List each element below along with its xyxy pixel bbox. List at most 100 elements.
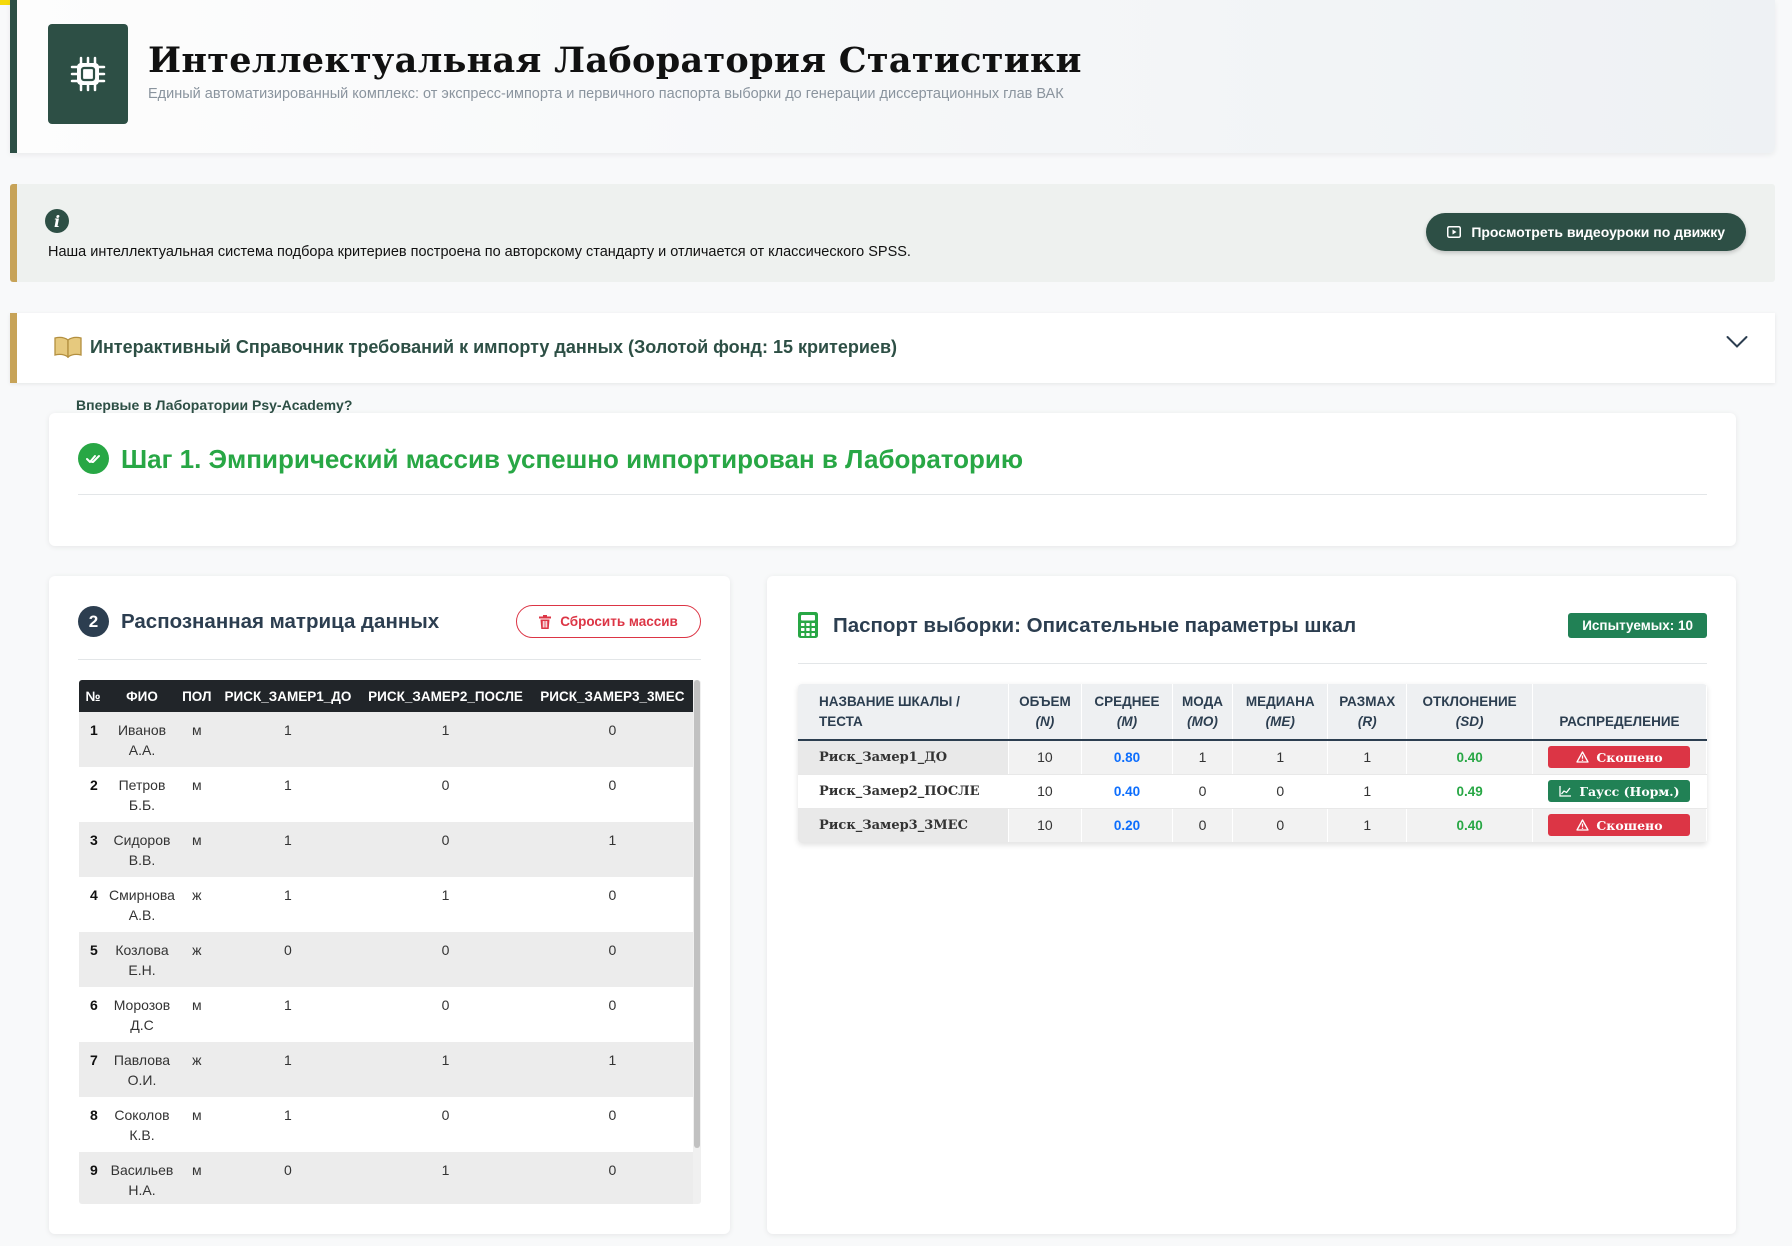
table-cell: 2 — [90, 777, 98, 793]
table-cell: 0 — [608, 887, 617, 903]
distribution-badge: Гаусс (Норм.) — [1548, 780, 1691, 802]
name-cell: Морозов Д.С — [113, 997, 171, 1033]
mode-value: 0 — [1198, 817, 1207, 833]
table-row: 1 Иванов А.А. м 1 1 0 — [79, 712, 693, 767]
table-header-row: № ФИО ПОЛ РИСК_ЗАМЕР1_ДО РИСК_ЗАМЕР2_ПОС… — [79, 680, 693, 712]
page-title: Интеллектуальная Лаборатория Статистики — [148, 40, 1082, 81]
distribution-cell: Скошено — [1532, 808, 1707, 843]
table-cell: м — [191, 997, 202, 1013]
notice-title: Впервые в Лаборатории Psy-Academy? — [76, 397, 353, 413]
table-cell: 5 — [90, 942, 98, 958]
range-cell: 1 — [1327, 808, 1408, 843]
table-row: Риск_Замер1_ДО 10 0.80 1 1 1 0.40 Скошено — [798, 740, 1707, 775]
data-matrix-table: № ФИО ПОЛ РИСК_ЗАМЕР1_ДО РИСК_ЗАМЕР2_ПОС… — [79, 680, 693, 1204]
calculator-icon — [798, 612, 818, 638]
table-cell: 1 — [284, 1052, 292, 1068]
reset-array-button[interactable]: Сбросить массив — [516, 605, 701, 638]
table-cell: 0 — [441, 777, 450, 793]
column-header: РАЗМАХ (R) — [1327, 684, 1408, 741]
table-row: 4 Смирнова А.В. ж 1 1 0 — [79, 877, 693, 932]
scrollbar-thumb[interactable] — [694, 680, 700, 1148]
name-value: Риск_Замер1_ДО — [819, 749, 948, 765]
column-header: ОТКЛОНЕНИЕ (SD) — [1406, 684, 1533, 741]
table-cell: 1 — [284, 722, 292, 738]
table-cell: 6 — [90, 997, 98, 1013]
distribution-label: Скошено — [1596, 817, 1663, 833]
table-cell: 1 — [284, 997, 292, 1013]
median-cell: 0 — [1232, 808, 1329, 843]
table-cell: 1 — [608, 1052, 617, 1068]
sd-cell: 0.40 — [1406, 740, 1533, 775]
range-value: 1 — [1363, 749, 1372, 766]
table-cell: 1 — [284, 832, 292, 848]
data-matrix-table-scroll[interactable]: № ФИО ПОЛ РИСК_ЗАМЕР1_ДО РИСК_ЗАМЕР2_ПОС… — [79, 680, 701, 1204]
n-value: 10 — [1037, 783, 1053, 799]
column-header: НАЗВАНИЕ ШКАЛЫ / ТЕСТА — [798, 684, 1009, 741]
table-cell: 0 — [608, 1107, 617, 1123]
table-cell: ж — [192, 942, 202, 958]
subjects-count-badge: Испытуемых: 10 — [1568, 613, 1707, 638]
check-double-icon — [78, 443, 109, 474]
name-cell: Иванов А.А. — [117, 722, 167, 758]
distribution-badge: Скошено — [1548, 746, 1691, 769]
data-matrix-card: 2 Распознанная матрица данных Сбросить м… — [49, 576, 730, 1234]
name-cell: Козлова Е.Н. — [115, 942, 169, 978]
table-cell: 1 — [441, 887, 450, 903]
table-cell: 3 — [90, 832, 98, 848]
distribution-cell: Скошено — [1532, 740, 1707, 775]
sd-cell: 0.40 — [1406, 808, 1533, 843]
table-row: Риск_Замер3_3МЕС 10 0.20 0 0 1 0.40 Скошено — [798, 808, 1707, 843]
table-cell: м — [191, 777, 202, 793]
name-value: Риск_Замер3_3МЕС — [819, 817, 968, 833]
play-video-icon — [1447, 226, 1462, 238]
column-header: ОБЪЕМ (N) — [1008, 684, 1083, 741]
table-row: 7 Павлова О.И. ж 1 1 1 — [79, 1042, 693, 1097]
distribution-label: Гаусс (Норм.) — [1579, 783, 1680, 799]
table-cell: 0 — [441, 942, 450, 958]
mean-cell: 0.20 — [1081, 808, 1173, 843]
table-cell: ж — [192, 1052, 202, 1068]
range-value: 1 — [1363, 783, 1372, 799]
mean-value: 0.20 — [1113, 818, 1141, 833]
range-cell: 1 — [1327, 774, 1408, 809]
name-cell: Петров Б.Б. — [118, 777, 166, 813]
table-cell: 8 — [90, 1107, 98, 1123]
matrix-title: Распознанная матрица данных — [121, 610, 440, 633]
sample-passport-card: Паспорт выборки: Описательные параметры … — [767, 576, 1736, 1234]
name-value: Риск_Замер2_ПОСЛЕ — [819, 783, 980, 799]
table-cell: 0 — [441, 832, 450, 848]
vertical-scrollbar[interactable] — [693, 680, 701, 1204]
table-cell: 0 — [284, 942, 292, 958]
table-cell: м — [191, 1162, 202, 1178]
video-tutorials-button[interactable]: Просмотреть видеоуроки по движку — [1426, 213, 1746, 251]
descriptive-stats-table-wrap: НАЗВАНИЕ ШКАЛЫ / ТЕСТА ОБЪЕМ (N) СРЕДНЕЕ (M… — [798, 684, 1707, 843]
step1-title: Шаг 1. Эмпирический массив успешно импор… — [121, 444, 1024, 474]
range-cell: 1 — [1327, 740, 1408, 775]
chevron-down-icon[interactable] — [1726, 335, 1748, 349]
table-cell: 9 — [90, 1162, 98, 1178]
reset-array-label: Сбросить массив — [560, 614, 678, 629]
n-value: 10 — [1037, 749, 1053, 766]
table-cell: 1 — [608, 832, 617, 848]
mode-cell: 1 — [1172, 740, 1234, 775]
table-cell: 0 — [608, 942, 617, 958]
distribution-label: Скошено — [1596, 749, 1663, 765]
table-cell: 0 — [608, 777, 617, 793]
divider — [78, 659, 701, 660]
name-cell: Риск_Замер3_3МЕС — [798, 808, 1009, 843]
table-row: 2 Петров Б.Б. м 1 0 0 — [79, 767, 693, 822]
median-cell: 1 — [1232, 740, 1329, 775]
table-header-row: НАЗВАНИЕ ШКАЛЫ / ТЕСТА ОБЪЕМ (N) СРЕДНЕЕ (M… — [798, 684, 1707, 741]
table-cell: м — [191, 832, 202, 848]
distribution-badge: Скошено — [1548, 814, 1691, 836]
column-header: МОДА (MO) — [1172, 684, 1234, 741]
table-cell: м — [191, 1107, 202, 1123]
descriptive-stats-table: НАЗВАНИЕ ШКАЛЫ / ТЕСТА ОБЪЕМ (N) СРЕДНЕЕ (M… — [798, 684, 1707, 843]
import-requirements-accordion[interactable]: Интерактивный Справочник требований к им… — [10, 313, 1775, 383]
sd-value: 0.40 — [1456, 818, 1483, 833]
line-chart-icon — [1559, 786, 1572, 797]
n-value: 10 — [1037, 817, 1053, 833]
table-row: 6 Морозов Д.С м 1 0 0 — [79, 987, 693, 1042]
table-cell: 4 — [90, 887, 98, 903]
column-header: РИСК_ЗАМЕР2_ПОСЛЕ — [368, 688, 523, 704]
